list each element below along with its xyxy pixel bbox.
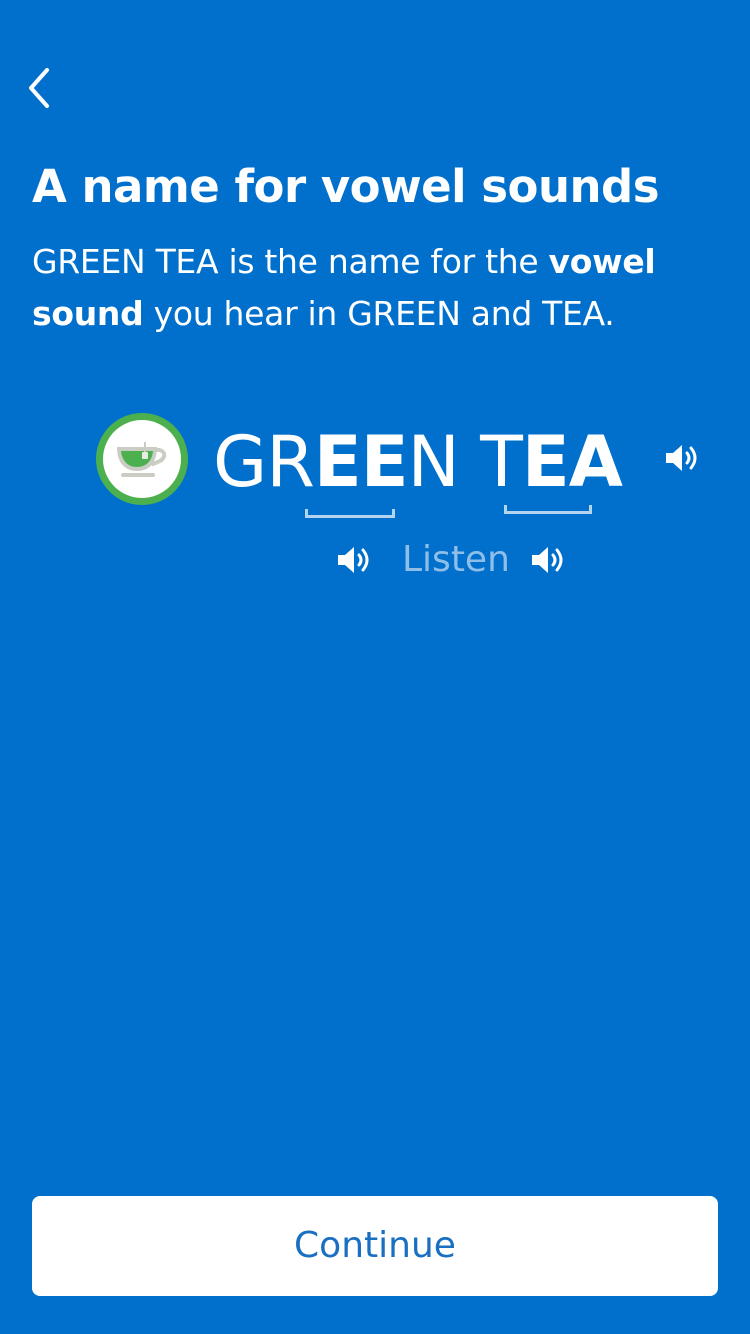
listen-label: Listen <box>402 539 510 580</box>
green-tea-cup-icon <box>117 442 167 477</box>
chevron-left-icon <box>29 68 49 108</box>
play-tea-button[interactable] <box>530 544 566 576</box>
description-part-2: you hear in GREEN and TEA. <box>143 294 615 333</box>
play-green-button[interactable] <box>336 544 372 576</box>
word-part-1: GR <box>213 421 315 503</box>
continue-button[interactable]: Continue <box>32 1196 718 1296</box>
back-button[interactable] <box>14 58 66 118</box>
description-text: GREEN TEA is the name for the vowel soun… <box>32 236 722 340</box>
vowel-bracket-ea <box>504 505 592 514</box>
play-word-button[interactable] <box>664 442 700 474</box>
vowel-bracket-ee <box>305 509 395 518</box>
page-title: A name for vowel sounds <box>32 160 660 213</box>
speaker-icon <box>532 547 563 573</box>
listen-row: Listen <box>336 535 576 585</box>
word-vowel-ee: EE <box>313 421 409 503</box>
description-bold-sound: sound <box>32 294 144 333</box>
green-tea-badge <box>96 413 188 505</box>
description-bold-vowel: vowel <box>548 242 656 281</box>
vowel-sound-screen: A name for vowel sounds GREEN TEA is the… <box>0 0 750 1334</box>
speaker-icon <box>338 547 369 573</box>
vowel-word-green-tea: GREEN TEA <box>213 418 623 508</box>
description-part-1: GREEN TEA is the name for the <box>32 242 549 281</box>
speaker-icon <box>666 445 697 471</box>
green-tea-badge-inner <box>103 420 181 498</box>
word-vowel-ea: EA <box>521 421 623 503</box>
word-part-2: N T <box>407 421 523 503</box>
